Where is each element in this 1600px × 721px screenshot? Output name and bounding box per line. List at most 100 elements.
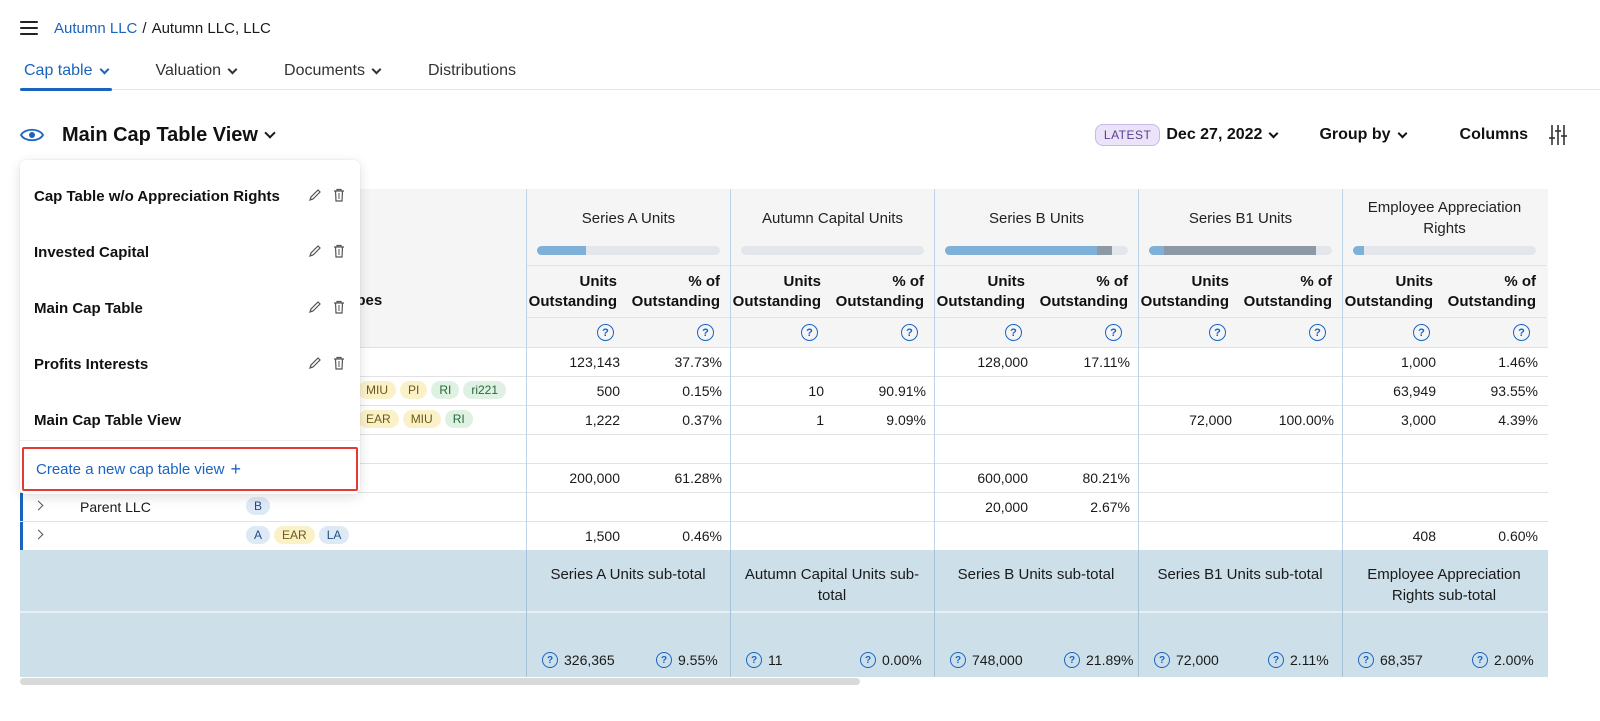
delete-icon[interactable]	[332, 300, 346, 314]
edit-icon[interactable]	[308, 188, 322, 202]
units-outstanding-header[interactable]: Units Outstanding	[1343, 272, 1443, 312]
expand-icon[interactable]	[33, 529, 44, 540]
tab-valuation[interactable]: Valuation	[152, 56, 241, 90]
help-icon[interactable]: ?	[860, 652, 876, 668]
view-title[interactable]: Main Cap Table View	[62, 124, 258, 147]
breadcrumb-current: Autumn LLC, LLC	[151, 19, 271, 37]
dropdown-item-actions	[308, 300, 346, 314]
help-icon[interactable]: ?	[1472, 652, 1488, 668]
column-group: Series A Units Units Outstanding% of Outs…	[526, 189, 730, 347]
subtotal-title: Series B Units sub-total	[957, 566, 1115, 583]
edit-icon[interactable]	[308, 300, 322, 314]
help-icon[interactable]: ?	[1358, 652, 1374, 668]
chevron-down-icon	[227, 64, 238, 75]
units-outstanding-header[interactable]: Units Outstanding	[527, 272, 627, 312]
date-label: Dec 27, 2022	[1166, 126, 1263, 143]
dropdown-item[interactable]: Cap Table w/o Appreciation Rights	[20, 168, 360, 224]
menu-icon[interactable]	[20, 21, 38, 35]
table-controls: LATEST Dec 27, 2022 Group by Columns	[1094, 124, 1568, 146]
dropdown-item-actions	[308, 244, 346, 258]
expand-icon[interactable]	[33, 500, 44, 511]
group-by-button[interactable]: Group by	[1319, 126, 1407, 144]
column-group-title: Series A Units	[581, 209, 676, 227]
units-cell: 200,000	[569, 470, 620, 486]
units-cell: 1	[816, 412, 824, 428]
ownership-bar	[741, 246, 924, 255]
dropdown-item[interactable]: Profits Interests	[20, 336, 360, 392]
help-icon[interactable]: ?	[1064, 652, 1080, 668]
pct-cell: 0.60%	[1498, 528, 1538, 544]
row-name: Parent LLC	[80, 499, 151, 515]
create-cap-table-view-button[interactable]: Create a new cap table view +	[22, 447, 358, 491]
help-icon[interactable]: ?	[1413, 324, 1430, 341]
help-icon[interactable]: ?	[542, 652, 558, 668]
sliders-icon	[1549, 125, 1567, 145]
column-group-title: Employee Appreciation Rights	[1367, 199, 1522, 237]
help-icon[interactable]: ?	[901, 324, 918, 341]
horizontal-scrollbar[interactable]	[20, 678, 860, 685]
units-outstanding-header[interactable]: Units Outstanding	[731, 272, 831, 312]
date-selector[interactable]: Dec 27, 2022	[1166, 126, 1279, 144]
type-tag: RI	[444, 410, 473, 428]
units-outstanding-header[interactable]: Units Outstanding	[935, 272, 1035, 312]
delete-icon[interactable]	[332, 244, 346, 258]
edit-icon[interactable]	[308, 356, 322, 370]
group-by-label: Group by	[1319, 126, 1391, 143]
breadcrumb-parent-link[interactable]: Autumn LLC	[54, 20, 137, 37]
pct-outstanding-header[interactable]: % of Outstanding	[834, 272, 934, 312]
dropdown-item-actions	[308, 356, 346, 370]
subtotal-pct: ? 2.11%	[1268, 652, 1329, 668]
pct-outstanding-header[interactable]: % of Outstanding	[1242, 272, 1342, 312]
subtotal-row: Series A Units sub-total? 326,365? 9.55% Au…	[20, 550, 1548, 677]
chevron-down-icon	[1397, 128, 1407, 138]
pct-cell: 4.39%	[1498, 412, 1538, 428]
subtotal-units-value: 748,000	[972, 652, 1023, 668]
column-group: Series B1 Units Units Outstanding% of Out…	[1138, 189, 1342, 347]
dropdown-item[interactable]: Main Cap Table	[20, 280, 360, 336]
pct-outstanding-header[interactable]: % of Outstanding	[630, 272, 730, 312]
create-label: Create a new cap table view	[36, 460, 225, 478]
tab-cap-table[interactable]: Cap table	[20, 56, 112, 91]
pct-outstanding-header[interactable]: % of Outstanding	[1446, 272, 1546, 312]
units-cell: 1,500	[584, 528, 620, 544]
delete-icon[interactable]	[332, 356, 346, 370]
help-icon[interactable]: ?	[656, 652, 672, 668]
plus-icon: +	[230, 458, 241, 479]
main-tabs: Cap table Valuation Documents Distributi…	[20, 56, 1600, 91]
help-icon[interactable]: ?	[597, 324, 614, 341]
delete-icon[interactable]	[332, 188, 346, 202]
help-icon[interactable]: ?	[697, 324, 714, 341]
chevron-down-icon	[1268, 128, 1279, 138]
help-icon[interactable]: ?	[1268, 652, 1284, 668]
help-icon[interactable]: ?	[801, 324, 818, 341]
help-icon[interactable]: ?	[1105, 324, 1122, 341]
help-icon[interactable]: ?	[1309, 324, 1326, 341]
tab-label: Cap table	[24, 62, 93, 79]
help-icon[interactable]: ?	[1005, 324, 1022, 341]
tab-distributions[interactable]: Distributions	[424, 56, 520, 90]
table-row[interactable]: Parent LLC B 20,000 2.67%	[20, 492, 1548, 521]
edit-icon[interactable]	[308, 244, 322, 258]
table-row[interactable]: A EAR LA 1,500 0.46% 408 0.60%	[20, 521, 1548, 550]
pct-cell: 2.67%	[1090, 499, 1130, 515]
units-cell: 128,000	[977, 354, 1028, 370]
tab-documents[interactable]: Documents	[280, 56, 384, 90]
units-outstanding-header[interactable]: Units Outstanding	[1139, 272, 1239, 312]
type-tag: RI	[431, 381, 460, 399]
eye-icon[interactable]	[20, 127, 44, 143]
help-icon[interactable]: ?	[1513, 324, 1530, 341]
column-group: Autumn Capital Units Units Outstanding% o…	[730, 189, 934, 347]
pct-outstanding-header[interactable]: % of Outstanding	[1038, 272, 1138, 312]
chevron-down-icon[interactable]	[264, 127, 276, 139]
help-icon[interactable]: ?	[746, 652, 762, 668]
help-icon[interactable]: ?	[1154, 652, 1170, 668]
help-icon[interactable]: ?	[1209, 324, 1226, 341]
ownership-bar	[537, 246, 720, 255]
dropdown-item[interactable]: Invested Capital	[20, 224, 360, 280]
help-icon[interactable]: ?	[950, 652, 966, 668]
column-group-title: Series B1 Units	[1188, 209, 1293, 227]
units-cell: 1,000	[1400, 354, 1436, 370]
tab-label: Distributions	[427, 62, 516, 79]
columns-button[interactable]: Columns	[1460, 124, 1568, 146]
type-tags: EAR MIU RI	[358, 410, 473, 428]
